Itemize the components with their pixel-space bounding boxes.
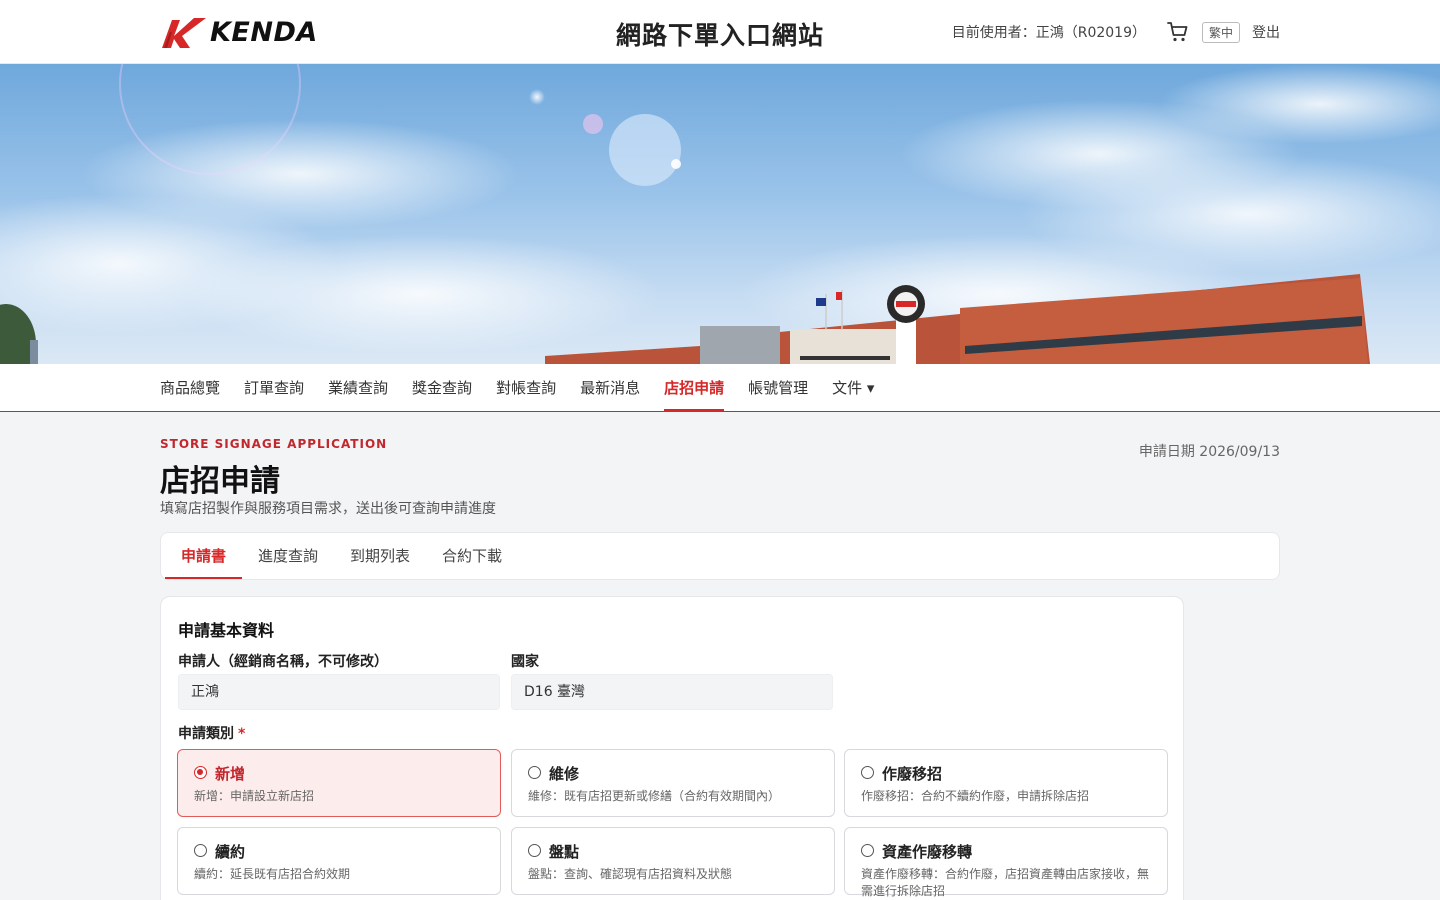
signage-tabs: 申請書 進度查詢 到期列表 合約下載: [160, 532, 1280, 580]
country-label: 國家: [511, 654, 539, 670]
option-desc: 盤點：查詢、確認現有店招資料及狀態: [528, 867, 733, 881]
nav-order-query[interactable]: 訂單查詢: [244, 364, 304, 412]
option-title: 作廢移招: [882, 765, 943, 783]
required-mark: *: [238, 726, 246, 742]
section-title: 申請基本資料: [178, 621, 275, 640]
tab-contract-download[interactable]: 合約下載: [426, 533, 518, 579]
option-title: 盤點: [549, 843, 580, 861]
category-option-remove[interactable]: 作廢移招 作廢移招：合約不續約作廢，申請拆除店招: [844, 749, 1168, 817]
nav-news[interactable]: 最新消息: [580, 364, 640, 412]
language-switch[interactable]: 繁中: [1201, 21, 1240, 43]
logout-link[interactable]: 登出: [1252, 22, 1280, 42]
page-subtitle: 填寫店招製作與服務項目需求，送出後可查詢申請進度: [160, 501, 496, 517]
nav-items: 商品總覽 訂單查詢 業績查詢 獎金查詢 對帳查詢 最新消息 店招申請 帳號管理 …: [160, 364, 874, 412]
hero-banner: [0, 64, 1440, 364]
application-form-card: 申請基本資料 申請人（經銷商名稱，不可修改） 正鴻 國家 D16 臺灣 申請類別…: [160, 596, 1184, 900]
option-desc: 維修：既有店招更新或修繕（合約有效期間內）: [528, 789, 781, 803]
option-title: 新增: [215, 765, 246, 783]
option-title: 續約: [215, 843, 246, 861]
country-field: D16 臺灣: [511, 674, 833, 710]
category-option-repair[interactable]: 維修 維修：既有店招更新或修繕（合約有效期間內）: [511, 749, 835, 817]
cart-icon[interactable]: [1166, 20, 1190, 44]
nav-bonus-query[interactable]: 獎金查詢: [412, 364, 472, 412]
radio-remove[interactable]: [861, 766, 874, 779]
factory-banner-image: [0, 64, 1440, 364]
nav-products[interactable]: 商品總覽: [160, 364, 220, 412]
category-label-text: 申請類別: [178, 726, 234, 742]
nav-performance-query[interactable]: 業績查詢: [328, 364, 388, 412]
option-desc: 作廢移招：合約不續約作廢，申請拆除店招: [861, 789, 1090, 803]
user-area: 目前使用者：正鴻（R02019） 繁中 登出: [952, 20, 1280, 44]
radio-repair[interactable]: [528, 766, 541, 779]
category-option-renew[interactable]: 續約 續約：延長既有店招合約效期: [177, 827, 501, 895]
nav-account-management[interactable]: 帳號管理: [748, 364, 808, 412]
nav-documents-dropdown[interactable]: 文件 ▾: [832, 364, 874, 412]
radio-renew[interactable]: [194, 844, 207, 857]
radio-new[interactable]: [194, 766, 207, 779]
nav-store-signage[interactable]: 店招申請: [664, 364, 725, 412]
top-header: KENDA 網路下單入口網站 目前使用者：正鴻（R02019） 繁中 登出: [0, 0, 1440, 64]
category-option-asset-transfer[interactable]: 資產作廢移轉 資產作廢移轉：合約作廢，店招資產轉由店家接收，無需進行拆除店招: [844, 827, 1168, 898]
option-desc: 新增：申請設立新店招: [194, 789, 315, 803]
option-desc: 資產作廢移轉：合約作廢，店招資產轉由店家接收，無需進行拆除店招: [861, 867, 1150, 898]
radio-asset-transfer[interactable]: [861, 844, 874, 857]
current-user-label: 目前使用者：正鴻（R02019）: [951, 25, 1146, 41]
radio-inventory[interactable]: [528, 844, 541, 857]
applicant-label: 申請人（經銷商名稱，不可修改）: [178, 654, 388, 670]
main-nav: 商品總覽 訂單查詢 業績查詢 獎金查詢 對帳查詢 最新消息 店招申請 帳號管理 …: [0, 364, 1440, 412]
category-label: 申請類別 *: [178, 723, 245, 743]
tab-expiry-list[interactable]: 到期列表: [334, 533, 426, 579]
apply-date: 申請日期 2026/09/13: [1138, 444, 1280, 460]
tab-application-form[interactable]: 申請書: [165, 533, 243, 579]
option-title: 資產作廢移轉: [882, 843, 973, 861]
nav-statement-query[interactable]: 對帳查詢: [496, 364, 556, 412]
applicant-field: 正鴻: [178, 674, 500, 710]
category-option-new[interactable]: 新增 新增：申請設立新店招: [177, 749, 501, 817]
option-desc: 續約：延長既有店招合約效期: [194, 867, 351, 881]
category-option-inventory[interactable]: 盤點 盤點：查詢、確認現有店招資料及狀態: [511, 827, 835, 895]
tab-progress-query[interactable]: 進度查詢: [242, 533, 334, 579]
page-title: 店招申請: [160, 464, 280, 499]
option-title: 維修: [549, 765, 580, 783]
page-eyebrow: STORE SIGNAGE APPLICATION: [160, 437, 388, 451]
